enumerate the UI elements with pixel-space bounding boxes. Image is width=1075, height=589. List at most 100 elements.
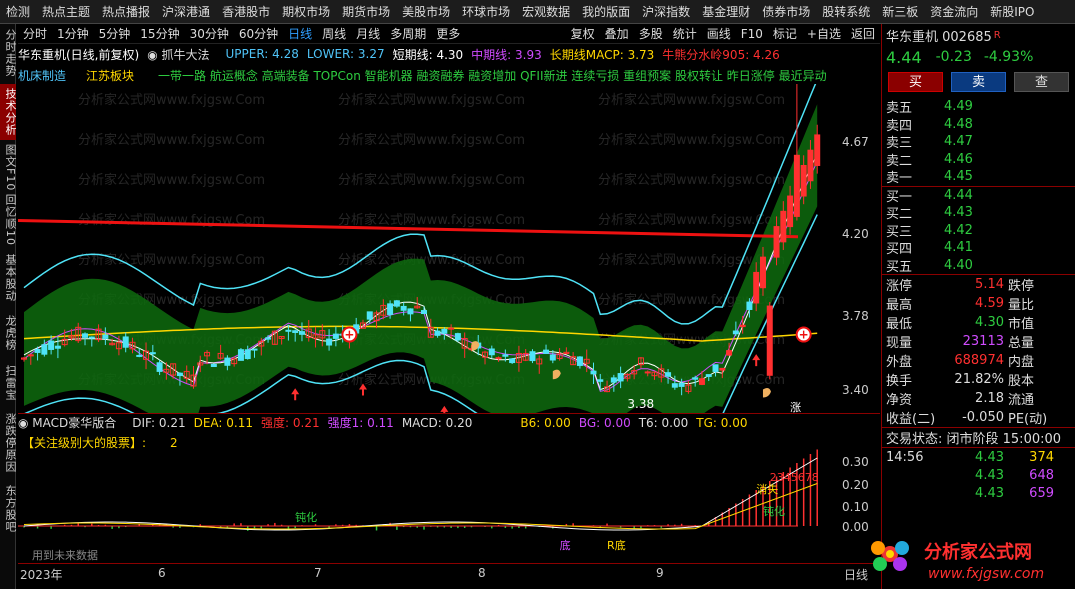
candle-body[interactable] — [285, 329, 292, 332]
candle-body[interactable] — [488, 348, 495, 356]
candle-body[interactable] — [54, 345, 61, 349]
menu-item[interactable]: 基金理财 — [696, 0, 756, 23]
period-tab[interactable]: 5分钟 — [94, 25, 136, 42]
candle-body[interactable] — [265, 337, 272, 340]
candle-body[interactable] — [88, 336, 95, 339]
period-tab[interactable]: 更多 — [431, 25, 465, 42]
tool-button[interactable]: F10 — [736, 27, 768, 41]
period-tab[interactable]: 日线 — [283, 25, 317, 42]
candle-body[interactable] — [400, 305, 407, 311]
candle-body[interactable] — [529, 351, 536, 362]
macd-chart[interactable]: 钝化 钝化 消失底 R底 2345678 — [18, 431, 880, 563]
tool-button[interactable]: +自选 — [802, 25, 846, 42]
query-button[interactable]: 查 — [1014, 72, 1069, 92]
concept-list[interactable]: 一带一路 航运概念 高端装备 TOPCon 智能机器 融资融券 融资增加 QFI… — [158, 67, 833, 84]
candle-body[interactable] — [800, 164, 807, 197]
candle-body[interactable] — [726, 350, 733, 356]
menu-item[interactable]: 新三板 — [876, 0, 924, 23]
menu-item[interactable]: 检测 — [0, 0, 36, 23]
candle-body[interactable] — [244, 349, 251, 360]
menu-item[interactable]: 新股IPO — [984, 0, 1040, 23]
candle-body[interactable] — [787, 195, 794, 228]
candle-body[interactable] — [251, 348, 258, 351]
candle-body[interactable] — [671, 383, 678, 388]
candle-body[interactable] — [441, 328, 448, 334]
period-tab[interactable]: 30分钟 — [185, 25, 234, 42]
menu-item[interactable]: 股转系统 — [816, 0, 876, 23]
candle-body[interactable] — [543, 349, 550, 354]
period-tab[interactable]: 月线 — [351, 25, 385, 42]
menu-item[interactable]: 沪深指数 — [636, 0, 696, 23]
candle-body[interactable] — [326, 338, 333, 346]
candle-body[interactable] — [665, 372, 672, 377]
candle-body[interactable] — [156, 362, 163, 372]
menu-item[interactable]: 香港股市 — [216, 0, 276, 23]
candle-body[interactable] — [509, 358, 516, 364]
candle-body[interactable] — [82, 333, 89, 338]
side-tab[interactable]: 扫雷宝 — [0, 359, 17, 407]
candle-body[interactable] — [48, 340, 55, 350]
candle-body[interactable] — [224, 357, 231, 366]
side-tab[interactable]: 东方股吧 — [0, 479, 17, 539]
period-tab[interactable]: 多周期 — [385, 25, 431, 42]
concept-machine[interactable]: 机床制造 — [18, 67, 72, 84]
candle-body[interactable] — [454, 333, 461, 341]
candle-body[interactable] — [41, 344, 48, 355]
buy-button[interactable]: 买 — [888, 72, 943, 92]
period-tab[interactable]: 1分钟 — [52, 25, 94, 42]
candle-body[interactable] — [549, 354, 556, 361]
candle-body[interactable] — [407, 308, 414, 315]
tool-button[interactable]: 复权 — [566, 25, 600, 42]
side-tab[interactable]: 回忆顺10 — [0, 194, 17, 246]
candle-body[interactable] — [773, 226, 780, 258]
sell-button[interactable]: 卖 — [951, 72, 1006, 92]
side-tab[interactable]: 分时走势 — [0, 24, 17, 82]
candle-body[interactable] — [237, 349, 244, 361]
candle-body[interactable] — [766, 305, 773, 376]
tool-button[interactable]: 画线 — [702, 25, 736, 42]
tool-button[interactable]: 标记 — [768, 25, 802, 42]
candle-body[interactable] — [434, 330, 441, 336]
period-tab[interactable]: 分时 — [18, 25, 52, 42]
candle-body[interactable] — [393, 300, 400, 307]
menu-item[interactable]: 美股市场 — [396, 0, 456, 23]
method-label[interactable]: ◉ 抓牛大法 — [147, 46, 225, 63]
candle-body[interactable] — [597, 379, 604, 382]
candle-body[interactable] — [719, 367, 726, 371]
side-tab[interactable]: 龙虎榜 — [0, 309, 17, 357]
candle-body[interactable] — [753, 271, 760, 304]
candle-body[interactable] — [732, 330, 739, 335]
menu-item[interactable]: 环球市场 — [456, 0, 516, 23]
candle-body[interactable] — [576, 356, 583, 366]
side-tab[interactable]: 技术分析 — [0, 84, 17, 140]
candle-body[interactable] — [698, 378, 705, 385]
candle-body[interactable] — [292, 330, 299, 333]
candle-body[interactable] — [176, 372, 183, 377]
concept-jiangsu[interactable]: 江苏板块 — [86, 67, 140, 84]
candle-body[interactable] — [705, 374, 712, 377]
period-tab[interactable]: 15分钟 — [135, 25, 184, 42]
menu-item[interactable]: 资金流向 — [924, 0, 984, 23]
candle-body[interactable] — [495, 357, 502, 360]
candle-body[interactable] — [739, 324, 746, 328]
tool-button[interactable]: 多股 — [634, 25, 668, 42]
candle-body[interactable] — [210, 363, 217, 368]
candle-body[interactable] — [793, 154, 800, 217]
menu-item[interactable]: 热点主题 — [36, 0, 96, 23]
macd-name[interactable]: ◉ MACD豪华版合 — [18, 414, 132, 431]
menu-item[interactable]: 期货市场 — [336, 0, 396, 23]
candle-body[interactable] — [298, 331, 305, 335]
candle-body[interactable] — [122, 336, 129, 348]
candle-body[interactable] — [746, 301, 753, 310]
period-tab[interactable]: 60分钟 — [234, 25, 283, 42]
side-tab[interactable]: 图文F10 — [0, 144, 17, 192]
candle-body[interactable] — [759, 256, 766, 289]
candlestick-chart[interactable]: 分析家公式网www.fxjgsw.Com 分析家公式网www.fxjgsw.Com… — [18, 84, 880, 414]
candle-body[interactable] — [149, 352, 156, 355]
candle-body[interactable] — [712, 364, 719, 372]
tool-button[interactable]: 统计 — [668, 25, 702, 42]
candle-body[interactable] — [678, 382, 685, 387]
period-tab[interactable]: 周线 — [317, 25, 351, 42]
candle-body[interactable] — [814, 134, 821, 166]
candle-body[interactable] — [332, 333, 339, 339]
